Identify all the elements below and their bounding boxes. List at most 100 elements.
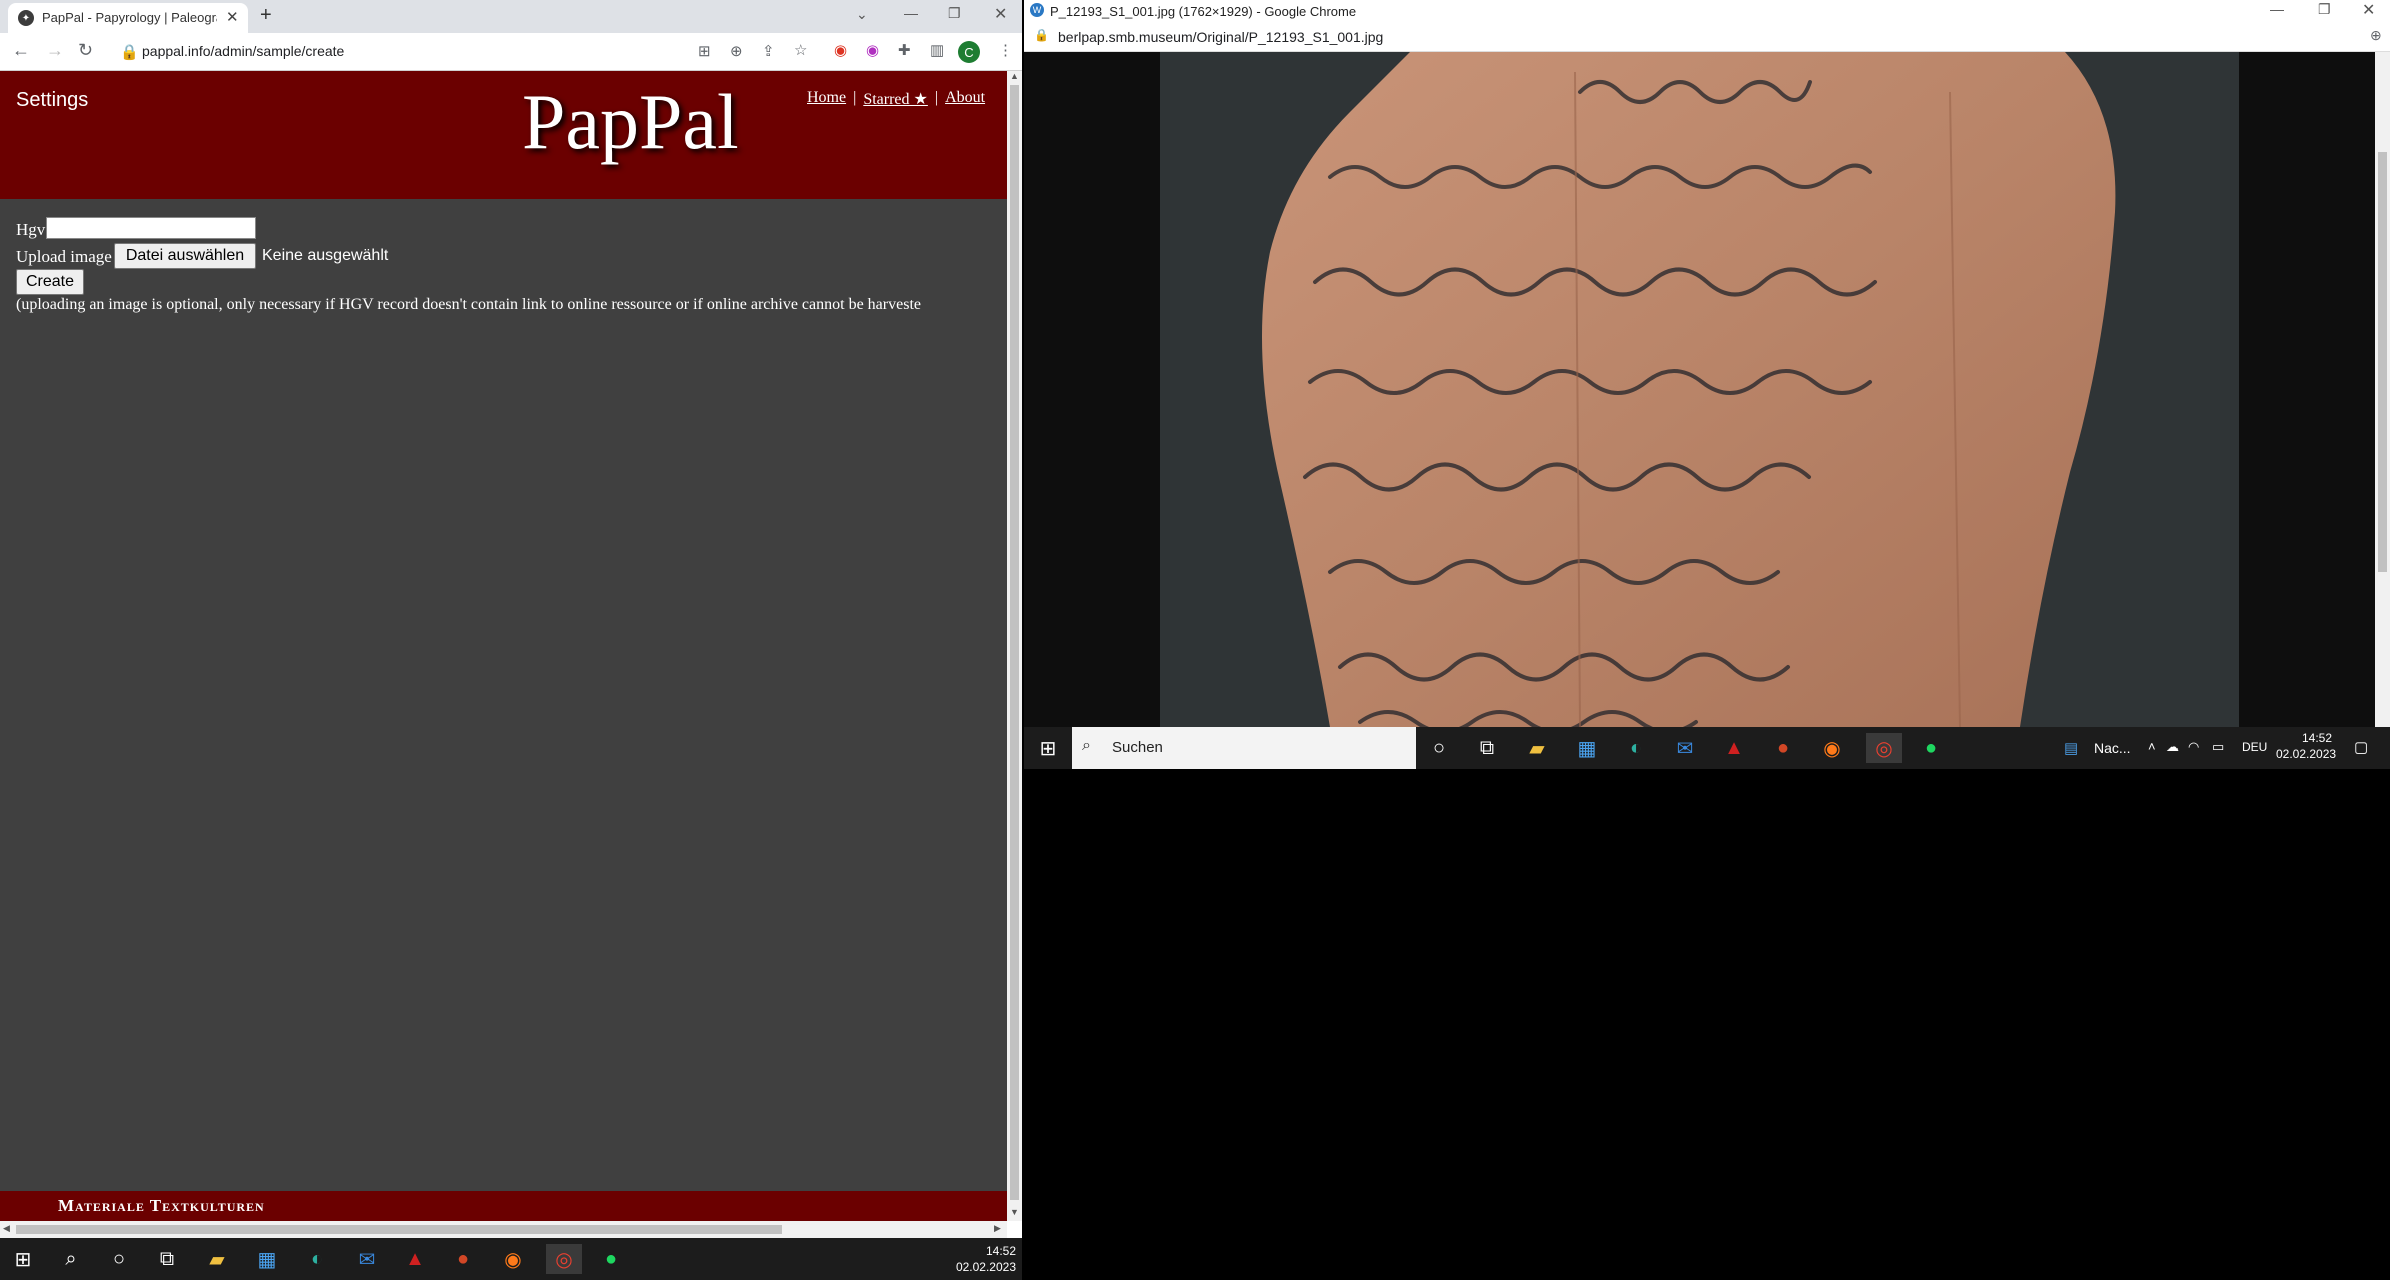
windows-start-icon[interactable]: ⊞: [8, 1244, 38, 1274]
chrome-icon[interactable]: ◎: [546, 1244, 582, 1274]
battery-icon[interactable]: ▭: [2212, 739, 2224, 755]
zoom-icon[interactable]: ⊕: [730, 42, 743, 60]
vertical-scrollbar[interactable]: [2375, 52, 2390, 727]
vertical-scroll-thumb[interactable]: [2378, 152, 2387, 572]
extension-red-icon[interactable]: ◉: [834, 41, 847, 59]
site-footer: Materiale Textkulturen: [0, 1191, 1007, 1221]
cortana-icon[interactable]: ○: [1424, 733, 1454, 763]
nav-separator: |: [853, 89, 857, 106]
right-browser-window: W P_12193_S1_001.jpg (1762×1929) - Googl…: [1024, 0, 2390, 769]
cortana-icon[interactable]: ○: [104, 1244, 134, 1274]
taskbar-left: ⊞ ⌕ ○ ⧉ ▰ ▦ ◐ ✉ ▲ ● ◉ ◎ ● 14:52 02.02.20…: [0, 1238, 1022, 1280]
scroll-right-icon[interactable]: ▶: [994, 1223, 1001, 1234]
ostracon-drawing: [1160, 52, 2239, 727]
close-window-icon[interactable]: ✕: [994, 4, 1007, 24]
forward-arrow-icon[interactable]: →: [46, 40, 64, 61]
nav-separator: |: [934, 89, 939, 106]
wifi-icon[interactable]: ◠: [2188, 739, 2199, 755]
horizontal-scrollbar[interactable]: ◀ ▶: [0, 1221, 1007, 1238]
nav-about[interactable]: About: [945, 89, 985, 109]
horizontal-scroll-thumb[interactable]: [16, 1225, 782, 1234]
firefox-icon[interactable]: ◉: [1817, 733, 1847, 763]
image-viewer: [1024, 52, 2375, 727]
lock-icon[interactable]: 🔒: [120, 43, 139, 61]
notification-icon[interactable]: ▢: [2354, 738, 2368, 756]
edge-icon[interactable]: ◐: [302, 1244, 332, 1274]
tab-search-icon[interactable]: ⌄: [856, 6, 868, 23]
lock-icon[interactable]: 🔒: [1034, 28, 1049, 42]
mail-icon[interactable]: ✉: [352, 1244, 382, 1274]
minimize-icon[interactable]: —: [904, 5, 918, 21]
extensions-puzzle-icon[interactable]: ✚: [898, 41, 911, 59]
reload-icon[interactable]: ↻: [78, 40, 93, 61]
profile-avatar[interactable]: C: [958, 41, 980, 63]
bookmark-star-icon[interactable]: ☆: [794, 41, 807, 59]
nav-starred[interactable]: Starred ★: [863, 89, 928, 109]
share-icon[interactable]: ⇪: [762, 42, 775, 60]
tray-chevron-icon[interactable]: ˄: [2148, 739, 2156, 754]
site-logo[interactable]: PapPal: [522, 77, 739, 167]
page-content: Settings PapPal Home | Starred ★ | About…: [0, 71, 1007, 1221]
taskbar-right: ⊞ ⌕ Suchen ○ ⧉ ▰ ▦ ◐ ✉ ▲ ● ◉ ◎ ● ▤ Nac..…: [1024, 727, 2390, 769]
store-icon[interactable]: ▦: [252, 1244, 282, 1274]
translate-icon[interactable]: ⊞: [698, 42, 711, 60]
search-icon: ⌕: [1082, 737, 1091, 754]
taskbar-date[interactable]: 02.02.2023: [2276, 747, 2336, 761]
spotify-icon[interactable]: ●: [596, 1244, 626, 1274]
store-icon[interactable]: ▦: [1572, 733, 1602, 763]
file-explorer-icon[interactable]: ▰: [1522, 733, 1552, 763]
scroll-up-icon[interactable]: ▲: [1010, 71, 1019, 81]
restore-icon[interactable]: ❐: [948, 5, 961, 22]
taskbar-time[interactable]: 14:52: [930, 1244, 1016, 1258]
address-bar[interactable]: pappal.info/admin/sample/create: [142, 43, 344, 59]
choose-file-button[interactable]: Datei auswählen: [114, 243, 256, 269]
search-icon[interactable]: ⌕: [56, 1244, 86, 1274]
scroll-down-icon[interactable]: ▼: [1010, 1207, 1019, 1217]
task-view-icon[interactable]: ⧉: [152, 1244, 182, 1274]
active-tab[interactable]: ✦ PapPal - Papyrology | Paleography ✕: [8, 3, 248, 33]
taskbar-date[interactable]: 02.02.2023: [930, 1260, 1016, 1274]
back-arrow-icon[interactable]: ←: [12, 40, 30, 61]
close-window-icon[interactable]: ✕: [2362, 0, 2375, 20]
mail-icon[interactable]: ✉: [1670, 733, 1700, 763]
acrobat-icon[interactable]: ▲: [1719, 733, 1749, 763]
news-widget-text[interactable]: Nac...: [2094, 740, 2131, 756]
tab-close-icon[interactable]: ✕: [226, 8, 239, 26]
tab-strip: ✦ PapPal - Papyrology | Paleography ✕ + …: [0, 0, 1022, 33]
title-bar: W P_12193_S1_001.jpg (1762×1929) - Googl…: [1024, 0, 2390, 22]
vertical-scroll-thumb[interactable]: [1010, 85, 1019, 1200]
search-placeholder: Suchen: [1112, 739, 1163, 756]
address-bar[interactable]: berlpap.smb.museum/Original/P_12193_S1_0…: [1058, 29, 1383, 45]
firefox-icon[interactable]: ◉: [498, 1244, 528, 1274]
edge-icon[interactable]: ◐: [1621, 733, 1651, 763]
spotify-icon[interactable]: ●: [1916, 733, 1946, 763]
minimize-icon[interactable]: —: [2270, 1, 2284, 17]
powerpoint-icon[interactable]: ●: [448, 1244, 478, 1274]
taskbar-search-box[interactable]: ⌕ Suchen: [1072, 727, 1416, 769]
chrome-icon[interactable]: ◎: [1866, 733, 1902, 763]
scroll-left-icon[interactable]: ◀: [3, 1223, 10, 1234]
task-view-icon[interactable]: ⧉: [1472, 733, 1502, 763]
new-tab-button[interactable]: +: [260, 4, 272, 27]
taskbar-time[interactable]: 14:52: [2276, 731, 2332, 745]
hgv-label: Hgv: [16, 220, 46, 239]
restore-icon[interactable]: ❐: [2318, 1, 2331, 18]
ostracon-image[interactable]: [1160, 52, 2239, 727]
side-panel-icon[interactable]: ▥: [930, 41, 944, 59]
create-button[interactable]: Create: [16, 269, 84, 295]
acrobat-icon[interactable]: ▲: [400, 1244, 430, 1274]
extension-purple-icon[interactable]: ◉: [866, 41, 879, 59]
onedrive-icon[interactable]: ☁: [2166, 739, 2179, 755]
language-indicator[interactable]: DEU: [2242, 740, 2267, 754]
file-explorer-icon[interactable]: ▰: [202, 1244, 232, 1274]
powerpoint-icon[interactable]: ●: [1768, 733, 1798, 763]
zoom-icon[interactable]: ⊕: [2370, 27, 2382, 44]
hgv-input[interactable]: [46, 217, 256, 239]
top-nav: Home | Starred ★ | About: [807, 89, 985, 109]
news-widget-icon[interactable]: ▤: [2064, 739, 2078, 757]
windows-start-icon[interactable]: ⊞: [1033, 733, 1063, 763]
menu-kebab-icon[interactable]: ⋮: [998, 41, 1013, 59]
vertical-scrollbar[interactable]: ▲ ▼: [1007, 71, 1022, 1221]
settings-link[interactable]: Settings: [16, 89, 88, 112]
nav-home[interactable]: Home: [807, 89, 846, 109]
